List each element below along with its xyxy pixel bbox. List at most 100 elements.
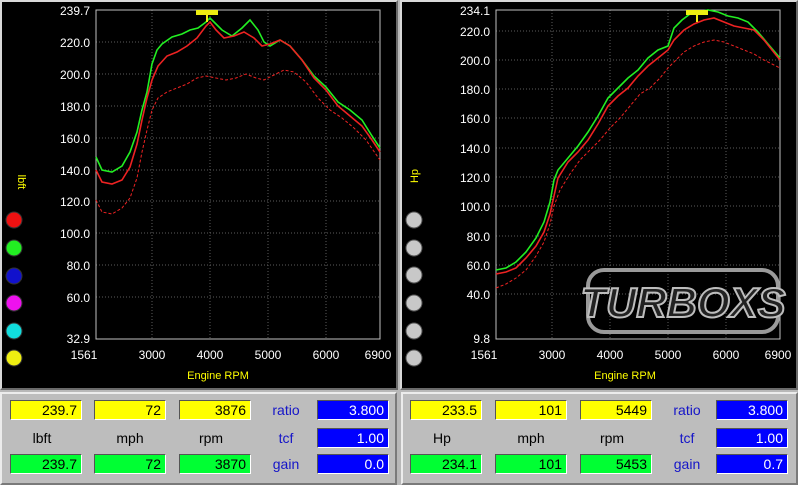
y-tick: 120.0 [60,195,90,209]
ratio-value[interactable]: 3.800 [317,400,389,420]
run2-torque-value: 239.7 [10,454,82,474]
y-tick: 60.0 [467,259,491,273]
y-tick: 160.0 [460,112,490,126]
torque-readout-panel: 239.7 72 3876 ratio 3.800 lbft mph rpm t… [0,392,397,485]
run1-hp-value: 233.5 [410,400,482,420]
run2-hp-value: 234.1 [410,454,482,474]
x-tick: 3000 [139,348,166,362]
y-tick: 100.0 [60,227,90,241]
ratio-value[interactable]: 3.800 [716,400,788,420]
x-tick: 1561 [471,348,498,362]
torque-curve-red [95,20,381,185]
tcf-value[interactable]: 1.00 [716,428,788,448]
x-tick: 6000 [313,348,340,362]
torque-y-ticks: 239.7 220.0 200.0 180.0 160.0 140.0 120.… [60,4,90,346]
run1-rpm-value: 3876 [179,400,251,420]
gain-label: gain [272,456,300,472]
y-tick: 200.0 [60,68,90,82]
torque-graph-panel: 239.7 220.0 200.0 180.0 160.0 140.0 120.… [0,0,398,390]
gain-value: 0.0 [317,454,389,474]
hp-y-axis-label: Hp [409,169,421,183]
torque-grid [96,10,380,339]
gain-label: gain [673,456,701,472]
hp-unit-label: Hp [433,430,451,446]
hp-y-ticks: 234.1 220.0 200.0 180.0 160.0 140.0 120.… [460,4,490,346]
run-button-empty[interactable] [405,322,423,340]
run-button-empty[interactable] [405,239,423,257]
torque-plot-frame [95,9,381,340]
horsepower-graph-panel: TURBOXS 234.1 220.0 200.0 180.0 160.0 14… [400,0,798,390]
torque-curve-red-dashed [95,69,381,215]
x-tick: 5000 [655,348,682,362]
ratio-label: ratio [673,402,701,418]
run-button-blue[interactable] [5,267,23,285]
run1-mph-value: 101 [495,400,567,420]
torque-peak-marker [196,10,218,15]
run-button-magenta[interactable] [5,294,23,312]
tcf-label: tcf [278,430,294,446]
mph-unit-label: mph [517,430,545,446]
y-tick: 32.9 [67,332,91,346]
run1-rpm-value: 5449 [580,400,652,420]
y-tick: 220.0 [60,36,90,50]
run1-torque-value: 239.7 [10,400,82,420]
run-button-yellow[interactable] [5,349,23,367]
y-tick: 220.0 [460,25,490,39]
x-tick: 4000 [597,348,624,362]
horsepower-graph: TURBOXS 234.1 220.0 200.0 180.0 160.0 14… [405,4,792,382]
hp-x-axis-label: Engine RPM [594,370,656,382]
torque-y-axis-label: lbft [15,175,27,190]
hp-x-ticks: 1561 3000 4000 5000 6000 6900 [471,348,792,362]
x-tick: 5000 [255,348,282,362]
run-button-empty[interactable] [405,349,423,367]
run2-rpm-value: 5453 [580,454,652,474]
hp-readout-panel: 233.5 101 5449 ratio 3.800 Hp mph rpm tc… [401,392,798,485]
x-tick: 3000 [539,348,566,362]
y-tick: 234.1 [460,4,490,18]
tcf-value[interactable]: 1.00 [317,428,389,448]
mph-unit-label: mph [116,430,144,446]
run-button-empty[interactable] [405,294,423,312]
y-tick: 120.0 [460,171,490,185]
x-tick: 6900 [365,348,392,362]
x-tick: 6000 [713,348,740,362]
gain-value: 0.7 [716,454,788,474]
hp-run-buttons [405,211,423,367]
y-tick: 9.8 [473,332,490,346]
y-tick: 180.0 [60,100,90,114]
y-tick: 40.0 [467,288,491,302]
run-button-green[interactable] [5,239,23,257]
y-tick: 80.0 [67,259,91,273]
y-tick: 140.0 [60,164,90,178]
torque-graph: 239.7 220.0 200.0 180.0 160.0 140.0 120.… [5,4,392,382]
hp-peak-marker [686,10,708,15]
run1-mph-value: 72 [94,400,166,420]
tcf-label: tcf [679,430,695,446]
y-tick: 80.0 [467,230,491,244]
run2-mph-value: 72 [94,454,166,474]
y-tick: 60.0 [67,291,91,305]
run-button-empty[interactable] [405,211,423,229]
torque-unit-label: lbft [32,430,52,446]
run2-rpm-value: 3870 [179,454,251,474]
y-tick: 239.7 [60,4,90,18]
y-tick: 140.0 [460,142,490,156]
torque-curve-green [95,16,381,173]
run-button-cyan[interactable] [5,322,23,340]
y-tick: 100.0 [460,200,490,214]
run-button-red[interactable] [5,211,23,229]
x-tick: 6900 [765,348,792,362]
x-tick: 4000 [197,348,224,362]
rpm-unit-label: rpm [198,430,224,446]
run2-mph-value: 101 [495,454,567,474]
run-color-buttons [5,211,23,367]
y-tick: 200.0 [460,54,490,68]
y-tick: 180.0 [460,83,490,97]
torque-x-ticks: 1561 3000 4000 5000 6000 6900 [71,348,392,362]
hp-curve-green [495,9,781,271]
turboxs-watermark: TURBOXS [579,268,787,334]
turboxs-logo-text: TURBOXS [580,279,785,326]
run-button-empty[interactable] [405,266,423,284]
y-tick: 160.0 [60,132,90,146]
rpm-unit-label: rpm [599,430,625,446]
